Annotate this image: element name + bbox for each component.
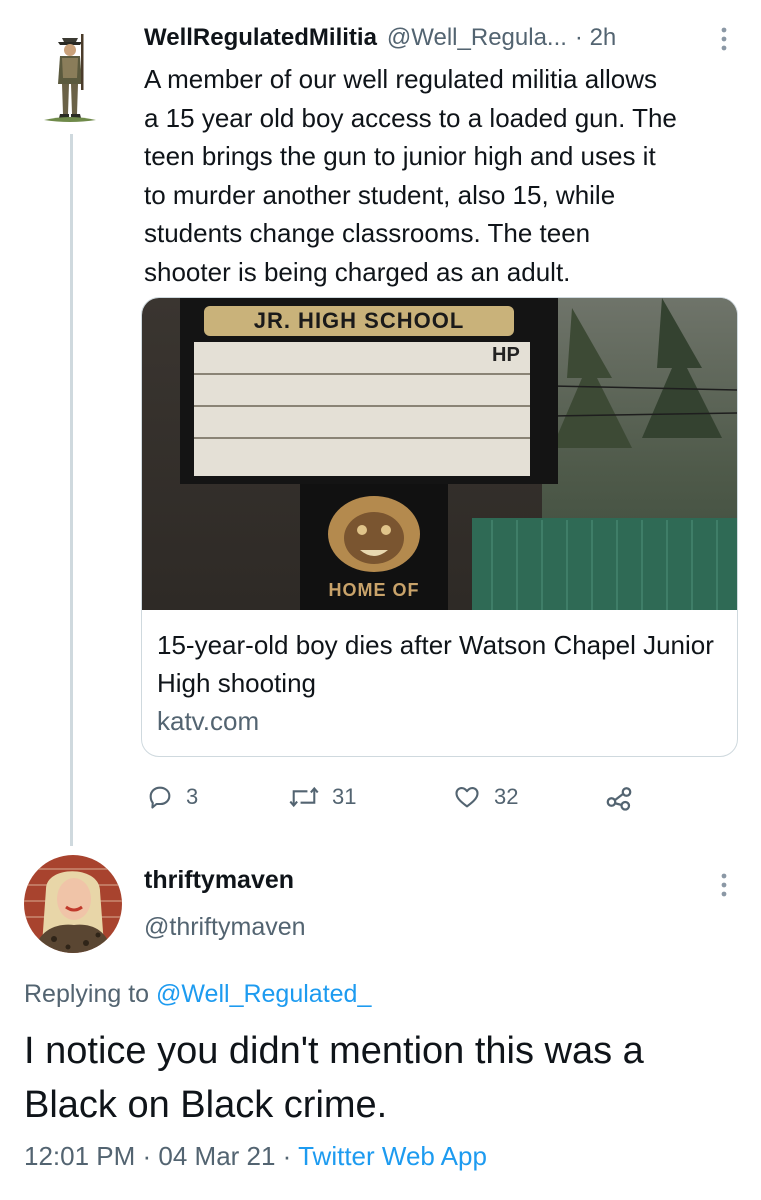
reply-count: 3 [186, 784, 199, 809]
sign-letters: HP [492, 344, 520, 366]
card-title[interactable]: 15-year-old boy dies after Watson Chapel… [157, 626, 722, 702]
author-name[interactable]: WellRegulatedMilitia [144, 24, 377, 52]
reply-metadata: 12:01 PM · 04 Mar 21 · Twitter Web App [24, 1141, 487, 1172]
reply-timestamp: 12:01 PM · 04 Mar 21 · [24, 1141, 299, 1171]
reply-button[interactable]: 3 [146, 780, 198, 814]
retweet-button[interactable]: 31 [288, 780, 356, 814]
replying-to: Replying to @Well_Regulated_ [24, 980, 371, 1009]
like-count: 32 [494, 784, 519, 809]
tweet-text: A member of our well regulated militia a… [144, 64, 677, 287]
share-button[interactable] [604, 780, 646, 814]
tweet-timestamp[interactable]: · 2h [575, 24, 616, 52]
reply-text: I notice you didn't mention this was a B… [24, 1030, 644, 1126]
sign-home-text: HOME OF [328, 580, 420, 600]
link-card[interactable]: JR. HIGH SCHOOL HP HOME OF 15-year-old b… [141, 297, 738, 757]
like-button[interactable]: 32 [452, 780, 518, 814]
more-vertical-icon[interactable] [712, 24, 736, 54]
reply-author-handle[interactable]: @thriftymaven [144, 913, 306, 942]
retweet-count: 31 [332, 784, 357, 809]
author-handle[interactable]: @Well_Regula... [387, 24, 567, 52]
reply-avatar[interactable] [24, 855, 122, 953]
card-domain: katv.com [157, 706, 260, 736]
more-vertical-icon[interactable] [712, 870, 736, 900]
tweet-header: WellRegulatedMilitia @Well_Regula... · 2… [144, 20, 616, 56]
reply-source-link[interactable]: Twitter Web App [298, 1141, 487, 1171]
sign-school-banner: JR. HIGH SCHOOL [253, 308, 465, 333]
share-icon [606, 787, 632, 811]
thread-connector-line [70, 134, 73, 846]
replying-to-link[interactable]: @Well_Regulated_ [156, 980, 371, 1008]
reply-author-name[interactable]: thriftymaven [144, 866, 294, 895]
author-avatar[interactable] [40, 28, 100, 128]
replying-prefix: Replying to [24, 980, 157, 1008]
retweet-icon [289, 786, 319, 808]
card-image [142, 298, 737, 610]
like-icon [455, 786, 479, 808]
reply-icon [149, 786, 171, 809]
